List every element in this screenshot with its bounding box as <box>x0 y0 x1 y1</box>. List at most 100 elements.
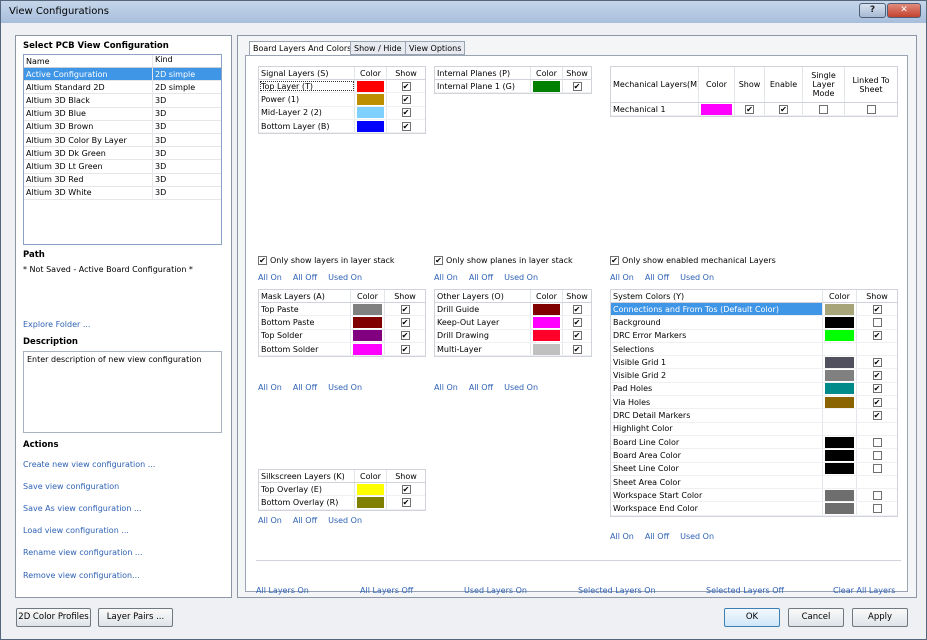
color-profiles-button[interactable]: 2D Color Profiles <box>16 608 91 627</box>
show-checkbox[interactable]: ✔ <box>572 331 582 341</box>
layer-row[interactable]: Sheet Area Color <box>611 475 897 490</box>
color-cell[interactable] <box>355 80 387 93</box>
color-swatch[interactable] <box>825 423 854 434</box>
rename-config-link[interactable]: Rename view configuration ... <box>23 548 143 557</box>
layer-row[interactable]: DRC Error Markers ✔ <box>611 329 897 343</box>
color-swatch[interactable] <box>825 449 854 461</box>
clear-all-layers-link[interactable]: Clear All Layers <box>833 586 895 595</box>
show-checkbox[interactable] <box>872 437 882 447</box>
show-checkbox[interactable]: ✔ <box>401 497 411 507</box>
color-swatch[interactable] <box>357 120 384 132</box>
show-checkbox[interactable]: ✔ <box>400 317 410 327</box>
config-row[interactable]: Altium 3D Blue 3D <box>24 107 221 121</box>
show-checkbox[interactable]: ✔ <box>872 331 882 341</box>
only-show-layers-checkbox[interactable]: ✔ Only show layers in layer stack <box>258 256 395 265</box>
show-checkbox[interactable]: ✔ <box>400 304 410 314</box>
layer-row[interactable]: Top Layer (T) ✔ <box>259 80 425 94</box>
all-layers-off-link[interactable]: All Layers Off <box>360 586 413 595</box>
used-on-link[interactable]: Used On <box>328 516 362 525</box>
col-name-header[interactable]: Name <box>24 55 153 67</box>
color-cell[interactable] <box>351 329 385 342</box>
ok-button[interactable]: OK <box>724 608 780 627</box>
explore-folder-link[interactable]: Explore Folder ... <box>23 320 90 329</box>
layer-row[interactable]: DRC Detail Markers ✔ <box>611 409 897 423</box>
show-checkbox[interactable]: ✔ <box>400 344 410 354</box>
only-show-planes-checkbox[interactable]: ✔ Only show planes in layer stack <box>434 256 573 265</box>
layer-pairs-button[interactable]: Layer Pairs ... <box>98 608 173 627</box>
all-off-link[interactable]: All Off <box>293 516 317 525</box>
show-checkbox[interactable]: ✔ <box>572 344 582 354</box>
show-checkbox[interactable]: ✔ <box>872 384 882 394</box>
config-row[interactable]: Altium 3D Dk Green 3D <box>24 147 221 161</box>
col-kind-header[interactable]: Kind <box>153 55 221 67</box>
used-on-link[interactable]: Used On <box>328 273 362 282</box>
config-row[interactable]: Altium 3D Lt Green 3D <box>24 160 221 174</box>
color-swatch[interactable] <box>825 463 854 475</box>
layer-row[interactable]: Highlight Color <box>611 422 897 436</box>
all-off-link[interactable]: All Off <box>645 273 669 282</box>
color-cell[interactable] <box>531 342 563 356</box>
layer-row[interactable]: Board Area Color <box>611 449 897 463</box>
color-swatch[interactable] <box>533 80 560 92</box>
color-cell[interactable] <box>823 475 857 489</box>
tab-board-layers[interactable]: Board Layers And Colors <box>249 41 356 56</box>
color-swatch[interactable] <box>353 316 382 328</box>
show-checkbox[interactable] <box>872 450 882 460</box>
color-swatch[interactable] <box>825 316 854 328</box>
create-config-link[interactable]: Create new view configuration ... <box>23 460 155 469</box>
color-swatch[interactable] <box>701 103 732 115</box>
color-cell[interactable] <box>823 502 857 515</box>
all-on-link[interactable]: All On <box>258 383 282 392</box>
layer-row[interactable]: Sheet Line Color <box>611 462 897 476</box>
layer-row[interactable]: Bottom Solder ✔ <box>259 342 425 357</box>
color-cell[interactable] <box>355 483 387 496</box>
color-cell[interactable] <box>823 369 857 382</box>
color-swatch[interactable] <box>825 344 854 355</box>
close-button[interactable]: ✕ <box>887 3 921 18</box>
color-cell[interactable] <box>823 316 857 329</box>
show-checkbox[interactable]: ✔ <box>872 357 882 367</box>
show-checkbox[interactable] <box>872 464 882 474</box>
color-cell[interactable] <box>823 303 857 316</box>
show-checkbox[interactable]: ✔ <box>872 397 882 407</box>
color-cell[interactable] <box>823 462 857 475</box>
used-layers-on-link[interactable]: Used Layers On <box>464 586 527 595</box>
show-checkbox[interactable]: ✔ <box>872 411 882 421</box>
all-on-link[interactable]: All On <box>610 532 634 541</box>
color-swatch[interactable] <box>825 330 854 342</box>
layer-row[interactable]: Keep-Out Layer ✔ <box>435 316 591 330</box>
color-swatch[interactable] <box>533 316 560 328</box>
color-swatch[interactable] <box>533 303 560 315</box>
all-off-link[interactable]: All Off <box>469 273 493 282</box>
config-row[interactable]: Altium 3D Color By Layer 3D <box>24 133 221 148</box>
show-checkbox[interactable] <box>872 317 882 327</box>
layer-row[interactable]: Top Paste ✔ <box>259 303 425 317</box>
color-swatch[interactable] <box>353 343 382 355</box>
tab-view-options[interactable]: View Options <box>405 41 466 55</box>
color-swatch[interactable] <box>357 496 384 508</box>
color-swatch[interactable] <box>825 477 854 488</box>
layer-row[interactable]: Bottom Overlay (R) ✔ <box>259 496 425 510</box>
all-off-link[interactable]: All Off <box>293 273 317 282</box>
used-on-link[interactable]: Used On <box>680 273 714 282</box>
color-cell[interactable] <box>823 329 857 342</box>
selected-layers-on-link[interactable]: Selected Layers On <box>578 586 656 595</box>
save-config-link[interactable]: Save view configuration <box>23 482 119 491</box>
cancel-button[interactable]: Cancel <box>788 608 844 627</box>
color-swatch[interactable] <box>357 93 384 105</box>
remove-config-link[interactable]: Remove view configuration... <box>23 571 140 580</box>
show-checkbox[interactable]: ✔ <box>401 94 411 104</box>
color-cell[interactable] <box>823 435 857 449</box>
color-cell[interactable] <box>823 449 857 462</box>
only-show-mech-checkbox[interactable]: ✔ Only show enabled mechanical Layers <box>610 256 776 265</box>
single-checkbox[interactable] <box>819 104 828 114</box>
color-swatch[interactable] <box>825 503 854 515</box>
used-on-link[interactable]: Used On <box>504 273 538 282</box>
show-checkbox[interactable]: ✔ <box>401 484 411 494</box>
color-swatch[interactable] <box>357 107 384 119</box>
color-swatch[interactable] <box>825 410 854 421</box>
all-on-link[interactable]: All On <box>434 273 458 282</box>
load-config-link[interactable]: Load view configuration ... <box>23 526 129 535</box>
color-cell[interactable] <box>531 329 563 342</box>
layer-row[interactable]: Multi-Layer ✔ <box>435 342 591 357</box>
